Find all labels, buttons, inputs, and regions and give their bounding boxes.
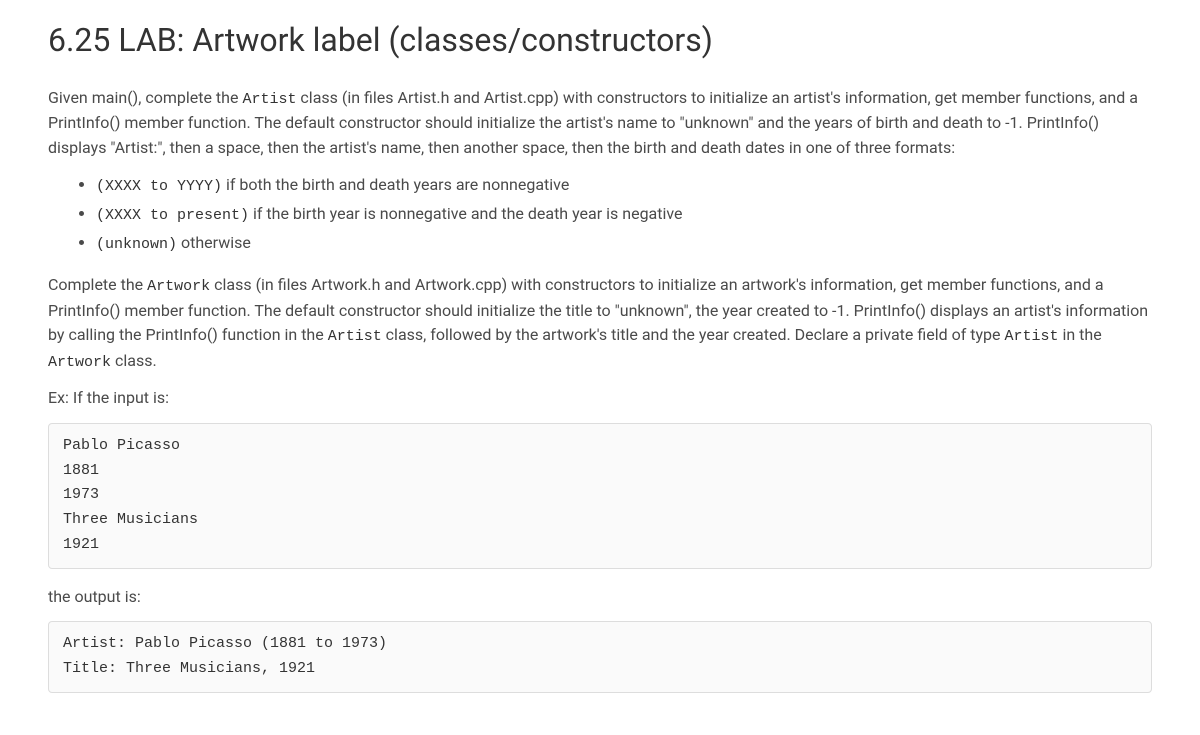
- text-span: if both the birth and death years are no…: [222, 175, 569, 194]
- text-span: class.: [111, 351, 157, 370]
- text-span: Complete the: [48, 275, 147, 294]
- code-format-both: (XXXX to YYYY): [96, 178, 222, 195]
- intro-paragraph-1: Given main(), complete the Artist class …: [48, 86, 1152, 161]
- code-artist: Artist: [242, 91, 296, 108]
- text-span: otherwise: [177, 233, 251, 252]
- intro-paragraph-2: Complete the Artwork class (in files Art…: [48, 273, 1152, 374]
- text-span: class, followed by the artwork's title a…: [382, 325, 1005, 344]
- text-span: Given main(), complete the: [48, 88, 242, 107]
- list-item: (XXXX to YYYY) if both the birth and dea…: [96, 172, 1152, 199]
- example-output-block: Artist: Pablo Picasso (1881 to 1973) Tit…: [48, 621, 1152, 693]
- code-format-present: (XXXX to present): [96, 207, 249, 224]
- code-artwork: Artwork: [48, 354, 111, 371]
- example-input-label: Ex: If the input is:: [48, 386, 1152, 411]
- example-output-label: the output is:: [48, 585, 1152, 610]
- code-artwork: Artwork: [147, 278, 210, 295]
- text-span: in the: [1059, 325, 1102, 344]
- example-input-block: Pablo Picasso 1881 1973 Three Musicians …: [48, 423, 1152, 569]
- format-list: (XXXX to YYYY) if both the birth and dea…: [48, 172, 1152, 257]
- code-artist: Artist: [1004, 328, 1058, 345]
- list-item: (unknown) otherwise: [96, 230, 1152, 257]
- code-format-unknown: (unknown): [96, 236, 177, 253]
- page-title: 6.25 LAB: Artwork label (classes/constru…: [48, 20, 1152, 62]
- code-artist: Artist: [328, 328, 382, 345]
- document-container: 6.25 LAB: Artwork label (classes/constru…: [0, 0, 1200, 729]
- text-span: if the birth year is nonnegative and the…: [249, 204, 682, 223]
- list-item: (XXXX to present) if the birth year is n…: [96, 201, 1152, 228]
